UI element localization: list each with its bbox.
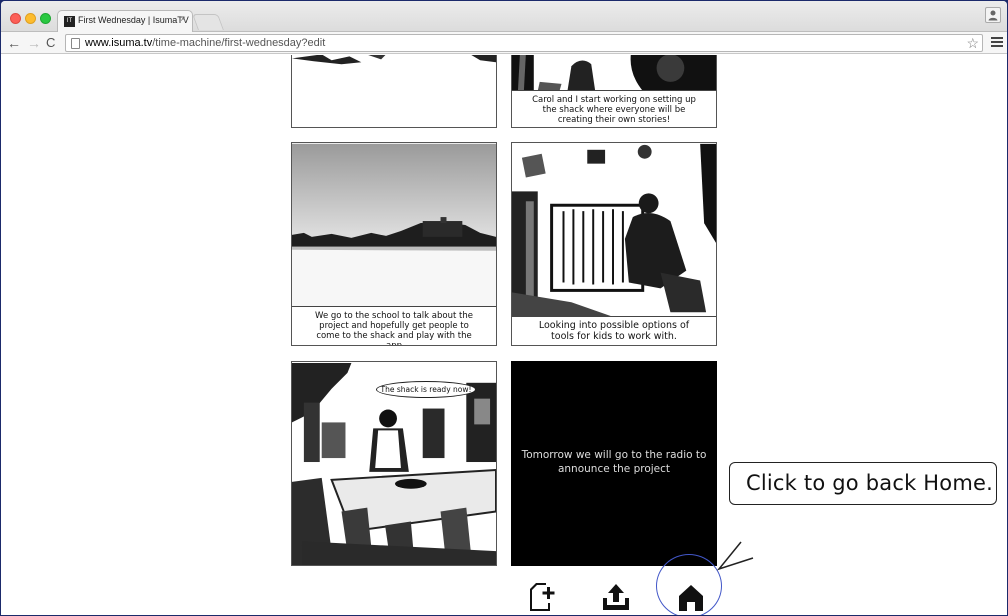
- browser-window: IT First Wednesday | IsumaTV × ← → C www…: [1, 1, 1007, 615]
- browser-menu-icon[interactable]: [991, 37, 1003, 48]
- url-path: /time-machine/first-wednesday?edit: [152, 37, 326, 49]
- panel-3-caption: We go to the school to talk about the pr…: [292, 306, 496, 345]
- browser-toolbar: ← → C www.isuma.tv/time-machine/first-we…: [1, 32, 1007, 54]
- panel-1-image: [292, 55, 496, 127]
- home-callout: Click to go back Home.: [729, 462, 997, 505]
- panel-2-caption: Carol and I start working on setting up …: [512, 90, 716, 127]
- story-panel-3[interactable]: We go to the school to talk about the pr…: [291, 142, 497, 346]
- tab-title: First Wednesday | IsumaTV: [78, 15, 189, 25]
- url-host: www.isuma.tv: [85, 37, 153, 49]
- callout-text: Click to go back Home.: [746, 471, 993, 495]
- upload-icon[interactable]: [601, 583, 631, 611]
- story-panel-1[interactable]: [291, 55, 497, 128]
- page-icon: [71, 38, 80, 49]
- url-text: www.isuma.tv/time-machine/first-wednesda…: [85, 37, 325, 49]
- minimize-window-button[interactable]: [25, 13, 36, 24]
- panel-6-caption: Tomorrow we will go to the radio to anno…: [521, 449, 707, 475]
- callout-tail: [716, 541, 754, 571]
- reload-button[interactable]: C: [46, 34, 55, 52]
- new-tab-button[interactable]: [192, 14, 224, 30]
- zoom-window-button[interactable]: [40, 13, 51, 24]
- page-content: Carol and I start working on setting up …: [1, 55, 1007, 615]
- browser-tab[interactable]: IT First Wednesday | IsumaTV ×: [57, 10, 193, 32]
- isumatv-favicon-icon: IT: [64, 16, 75, 27]
- tab-strip: IT First Wednesday | IsumaTV ×: [1, 1, 1007, 32]
- close-window-button[interactable]: [10, 13, 21, 24]
- story-panel-4[interactable]: Looking into possible options of tools f…: [511, 142, 717, 346]
- back-button[interactable]: ←: [7, 34, 21, 52]
- story-panel-5[interactable]: The shack is ready now!: [291, 361, 497, 566]
- story-panel-6[interactable]: Tomorrow we will go to the radio to anno…: [511, 361, 717, 566]
- user-icon: [988, 10, 998, 21]
- forward-button[interactable]: →: [27, 34, 41, 52]
- speech-bubble: The shack is ready now!: [376, 381, 476, 398]
- panel-3-image: [292, 143, 496, 307]
- tab-close-icon[interactable]: ×: [180, 14, 186, 25]
- panel-4-image: [512, 143, 716, 317]
- story-panel-2[interactable]: Carol and I start working on setting up …: [511, 55, 717, 128]
- panel-4-caption: Looking into possible options of tools f…: [512, 316, 716, 345]
- bookmark-star-icon[interactable]: ☆: [966, 35, 979, 52]
- user-profile-button[interactable]: [985, 7, 1001, 23]
- add-page-icon[interactable]: [528, 581, 556, 613]
- panel-2-image: [512, 55, 716, 91]
- address-bar[interactable]: www.isuma.tv/time-machine/first-wednesda…: [65, 34, 983, 52]
